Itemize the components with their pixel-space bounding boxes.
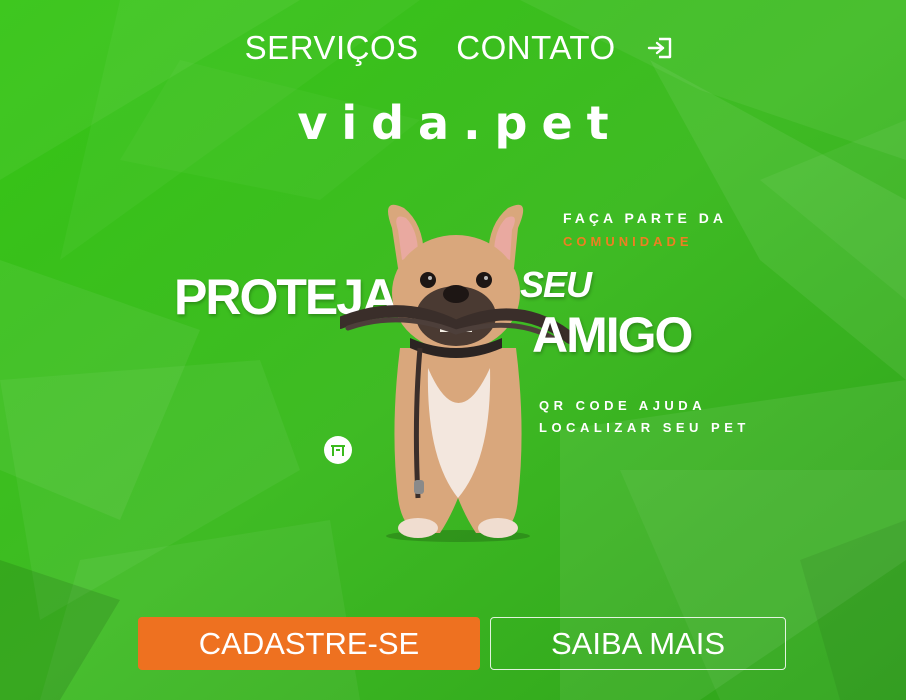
- headline-amigo: AMIGO: [532, 307, 693, 363]
- tagline-top: FAÇA PARTE DA: [563, 210, 727, 226]
- qr-text-line-2: LOCALIZAR SEU PET: [539, 420, 750, 435]
- brand-mark-icon: [324, 436, 352, 464]
- saiba-mais-button[interactable]: SAIBA MAIS: [490, 617, 786, 670]
- cadastre-se-button[interactable]: CADASTRE-SE: [138, 617, 480, 670]
- qr-text-line-1: QR CODE AJUDA: [539, 398, 707, 413]
- tagline-highlight: COMUNIDADE: [563, 234, 693, 249]
- headline-seu: SEU: [520, 264, 592, 305]
- hero-section: FAÇA PARTE DA COMUNIDADE PROTEJA SEU AMI…: [0, 0, 906, 700]
- dog-image: [340, 204, 570, 542]
